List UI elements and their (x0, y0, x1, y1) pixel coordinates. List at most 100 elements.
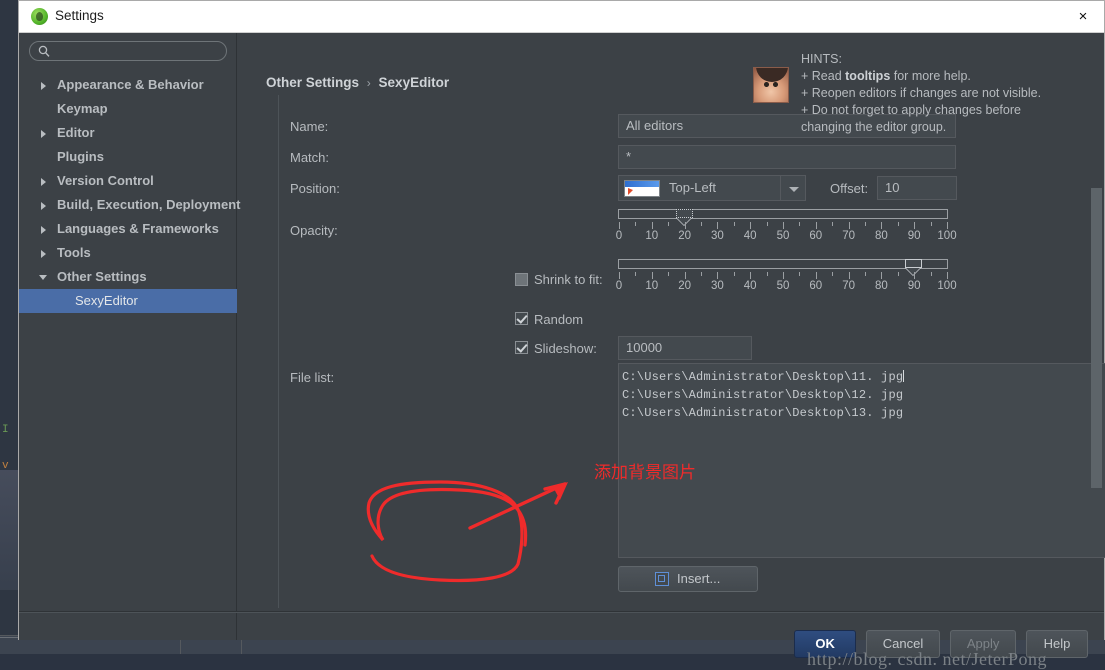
hints-text: HINTS: + Read tooltips for more help. + … (801, 51, 1053, 136)
slider-tick-label: 40 (743, 230, 757, 242)
slideshow-label: Slideshow: (534, 341, 597, 356)
random-label: Random (534, 312, 584, 327)
sidebar-item-languages-frameworks[interactable]: Languages & Frameworks (19, 217, 237, 241)
sidebar-item-label: Build, Execution, Deployment (57, 197, 241, 212)
clipped-row-above (288, 93, 448, 99)
backdrop-token-1: I (2, 424, 9, 436)
slideshow-input[interactable]: 10000 (618, 336, 752, 360)
position-label: Position: (290, 181, 340, 196)
settings-dialog: Settings × Appearance & Behavior Keymap … (18, 0, 1105, 669)
slider-tick-label: 80 (874, 230, 888, 242)
chevron-right-icon (41, 226, 46, 234)
chevron-down-icon (39, 275, 47, 280)
position-dropdown[interactable]: Top-Left (618, 175, 806, 201)
slider-tick-label: 100 (937, 280, 957, 292)
slider-tick-label: 70 (842, 230, 855, 242)
shrink-slider-track[interactable] (618, 259, 948, 276)
slider-tick-label: 60 (809, 230, 823, 242)
breadcrumb-separator: › (366, 76, 371, 90)
window-title: Settings (55, 8, 104, 23)
slider-tick-label: 20 (678, 280, 691, 292)
sidebar-item-appearance-behavior[interactable]: Appearance & Behavior (19, 73, 237, 97)
file-list-line: C:\Users\Administrator\Desktop\11. jpg (622, 370, 905, 384)
sidebar-item-label: Other Settings (57, 269, 147, 284)
sidebar-item-sexyeditor[interactable]: SexyEditor (19, 289, 237, 313)
opacity-slider-track[interactable] (618, 209, 948, 226)
sidebar-item-plugins[interactable]: Plugins (19, 145, 237, 169)
slider-tick-label: 0 (615, 230, 623, 242)
insert-image-icon (655, 572, 669, 586)
opacity-slider-ticks (618, 222, 948, 230)
opacity-label: Opacity: (290, 223, 338, 238)
position-preview-icon (624, 180, 660, 197)
text-caret (903, 370, 905, 382)
sidebar-item-label: Editor (57, 125, 95, 140)
settings-content: Other Settings › SexyEditor Name: All ed… (238, 33, 1105, 640)
slideshow-checkbox[interactable] (515, 341, 528, 354)
search-icon (38, 45, 50, 57)
slider-tick-label: 100 (937, 230, 957, 242)
random-checkbox[interactable] (515, 312, 528, 325)
chevron-down-icon[interactable] (780, 176, 805, 200)
sidebar-item-label: Languages & Frameworks (57, 221, 219, 236)
slider-tick-label: 60 (809, 280, 823, 292)
screen: I v Settings × Appearance & Behavior Key… (0, 0, 1105, 669)
hints-title: HINTS: (801, 52, 842, 66)
sidebar-item-label: Plugins (57, 149, 104, 164)
opacity-slider-labels: 0 10 20 30 40 50 60 70 80 90 100 (615, 230, 957, 246)
sidebar-item-tools[interactable]: Tools (19, 241, 237, 265)
breadcrumb-current: SexyEditor (378, 75, 450, 90)
file-list-line: C:\Users\Administrator\Desktop\12. jpg (622, 388, 904, 402)
slider-tick-label: 90 (907, 230, 921, 242)
slider-tick-label: 40 (743, 280, 757, 292)
slider-tick-label: 50 (776, 280, 790, 292)
breadcrumb: Other Settings › SexyEditor (266, 75, 449, 90)
search-input[interactable] (56, 42, 220, 62)
chevron-right-icon (41, 250, 46, 258)
file-list-line: C:\Users\Administrator\Desktop\13. jpg (622, 406, 904, 420)
hint-line-4: changing the editor group. (801, 120, 947, 134)
sidebar-item-editor[interactable]: Editor (19, 121, 237, 145)
sidebar-item-other-settings[interactable]: Other Settings (19, 265, 237, 289)
shrink-to-fit-label: Shrink to fit: (534, 272, 603, 287)
sidebar-item-version-control[interactable]: Version Control (19, 169, 237, 193)
sidebar-item-keymap[interactable]: Keymap (19, 97, 237, 121)
offset-input[interactable]: 10 (877, 176, 957, 200)
sidebar-item-build-execution-deployment[interactable]: Build, Execution, Deployment (19, 193, 241, 217)
close-icon[interactable]: × (1072, 7, 1094, 27)
slider-tick-label: 80 (874, 280, 888, 292)
sidebar-item-label: Appearance & Behavior (57, 77, 204, 92)
file-list-textarea[interactable]: C:\Users\Administrator\Desktop\11. jpg C… (618, 363, 1105, 558)
android-studio-icon (31, 8, 48, 25)
file-list-label: File list: (290, 370, 335, 385)
sidebar-item-label: Version Control (57, 173, 154, 188)
chevron-right-icon (41, 82, 46, 90)
hint-line-1: + Read tooltips for more help. (801, 69, 971, 83)
sidebar-item-label: Keymap (57, 101, 108, 116)
slider-tick-label: 20 (678, 230, 691, 242)
name-label: Name: (290, 119, 329, 134)
slider-tick-label: 50 (776, 230, 790, 242)
content-scrollbar[interactable] (1091, 188, 1102, 488)
match-label: Match: (290, 150, 330, 165)
chevron-right-icon (41, 130, 46, 138)
insert-button[interactable]: Insert... (618, 566, 758, 592)
slider-tick-label: 0 (615, 280, 623, 292)
sidebar-item-label: SexyEditor (75, 293, 138, 308)
slider-tick-label: 70 (842, 280, 855, 292)
offset-label: Offset: (830, 181, 869, 196)
girl-avatar-icon (753, 67, 789, 103)
footer-divider-highlight (19, 612, 1104, 613)
shrink-to-fit-checkbox[interactable] (515, 273, 528, 286)
chevron-right-icon (41, 178, 46, 186)
watermark: http://blog. csdn. net/JeterPong (807, 649, 1047, 669)
slider-tick-label: 10 (645, 280, 659, 292)
shrink-slider-ticks (618, 272, 948, 280)
slider-tick-label: 10 (645, 230, 659, 242)
dialog-body: Appearance & Behavior Keymap Editor Plug… (19, 33, 1105, 669)
shrink-slider-labels: 0 10 20 30 40 50 60 70 80 90 100 (615, 280, 957, 296)
hint-line-3: + Do not forget to apply changes before (801, 103, 1021, 117)
breadcrumb-parent[interactable]: Other Settings (266, 75, 359, 90)
match-input[interactable]: * (618, 145, 956, 169)
search-box[interactable] (29, 41, 227, 62)
